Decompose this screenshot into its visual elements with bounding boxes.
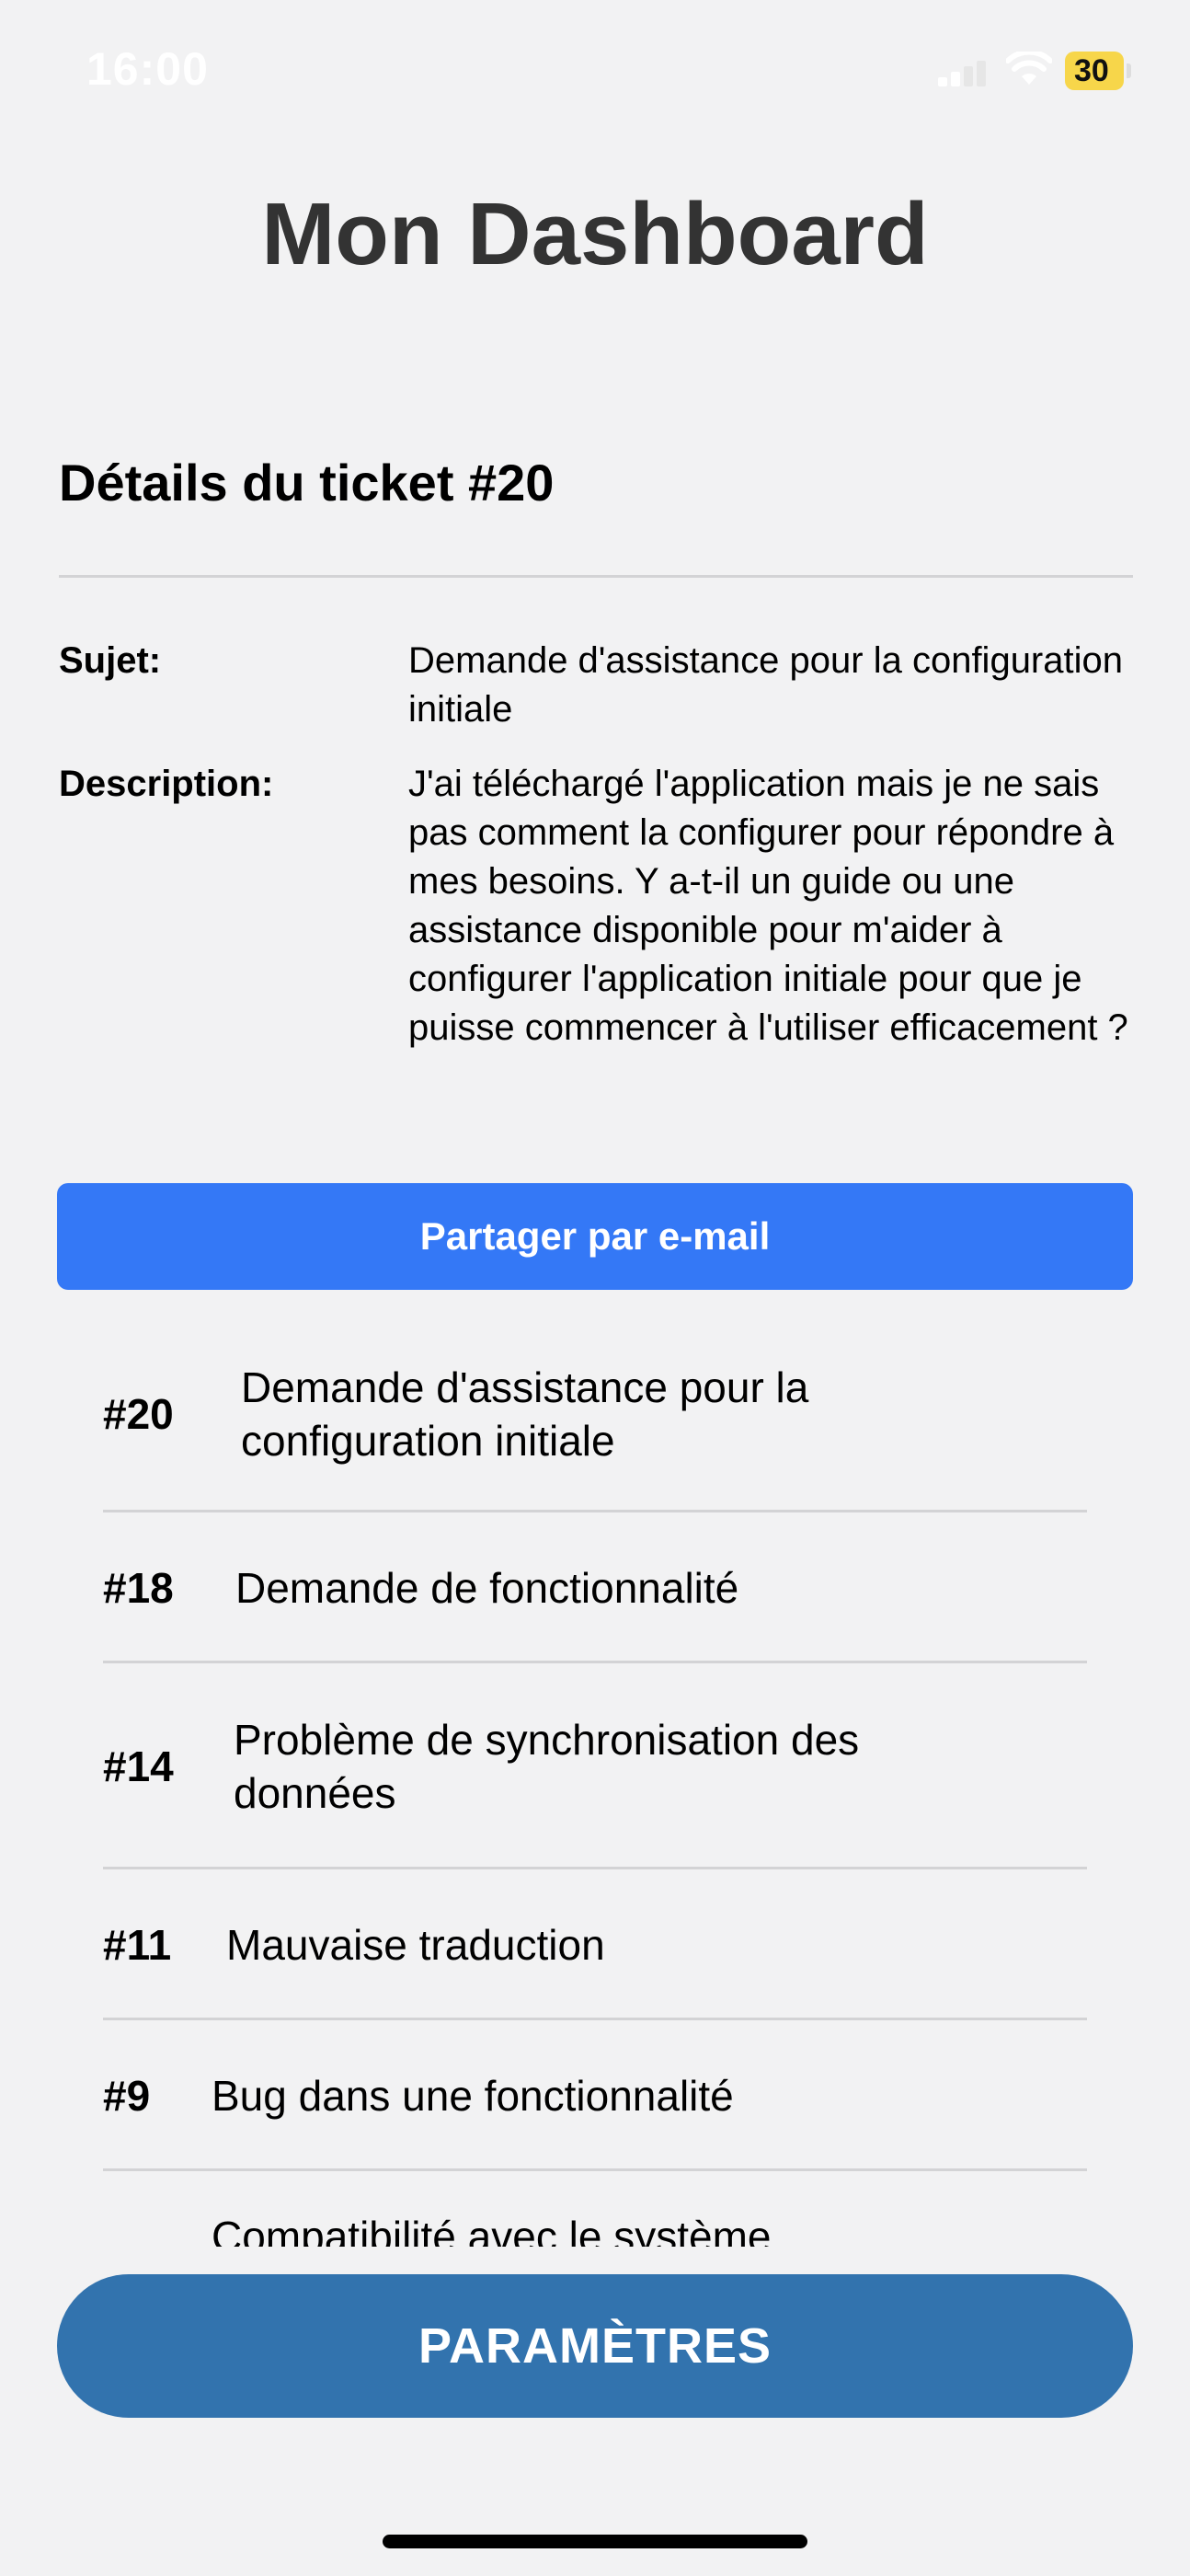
ticket-id: #20 (103, 1390, 174, 1438)
ticket-subject: Demande de fonctionnalité (235, 1564, 739, 1612)
subject-value: Demande d'assistance pour la configurati… (408, 640, 1123, 730)
screen: 16:00 30 Mon Dashboard Détails du ticket… (0, 0, 1190, 2576)
details-divider (59, 575, 1133, 578)
battery-level: 30 (1074, 53, 1109, 88)
ticket-subject: Compatibilité avec le système (212, 2213, 772, 2247)
description-value: J'ai téléchargé l'application mais je ne… (408, 764, 1128, 1048)
ticket-subject: Mauvaise traduction (226, 1921, 605, 1969)
ticket-row[interactable]: #18 Demande de fonctionnalité (103, 1512, 1087, 1663)
status-time: 16:00 (86, 43, 209, 95)
description-label: Description: (59, 764, 274, 804)
page-title: Mon Dashboard (261, 185, 929, 283)
ticket-row[interactable]: #11 Mauvaise traduction (103, 1869, 1087, 2020)
ticket-id: #9 (103, 2072, 151, 2120)
subject-label: Sujet: (59, 640, 162, 681)
ticket-id: #14 (103, 1742, 174, 1790)
ticket-row[interactable]: Compatibilité avec le système (103, 2210, 1087, 2247)
battery-icon: 30 (1065, 52, 1131, 90)
ticket-row[interactable]: #9 Bug dans une fonctionnalité (103, 2020, 1087, 2171)
ticket-row[interactable]: #20 Demande d'assistance pour la configu… (103, 1316, 1087, 1512)
ticket-subject: Problème de synchronisation des données (234, 1716, 860, 1817)
settings-button[interactable]: PARAMÈTRES (57, 2274, 1133, 2418)
status-bar: 16:00 30 (0, 0, 1190, 138)
ticket-subject: Bug dans une fonctionnalité (212, 2072, 734, 2120)
ticket-row[interactable]: #14 Problème de synchronisation des donn… (103, 1663, 1087, 1869)
ticket-details-title: Détails du ticket #20 (59, 454, 555, 512)
ticket-id: #18 (103, 1564, 174, 1612)
ticket-list: #20 Demande d'assistance pour la configu… (103, 1316, 1087, 2247)
signal-icon (938, 61, 990, 86)
wifi-icon (1006, 52, 1052, 85)
ticket-subject: Demande d'assistance pour la configurati… (241, 1363, 809, 1465)
ticket-id: #11 (103, 1921, 172, 1969)
home-indicator[interactable] (383, 2535, 807, 2548)
share-email-button[interactable]: Partager par e-mail (57, 1183, 1133, 1290)
